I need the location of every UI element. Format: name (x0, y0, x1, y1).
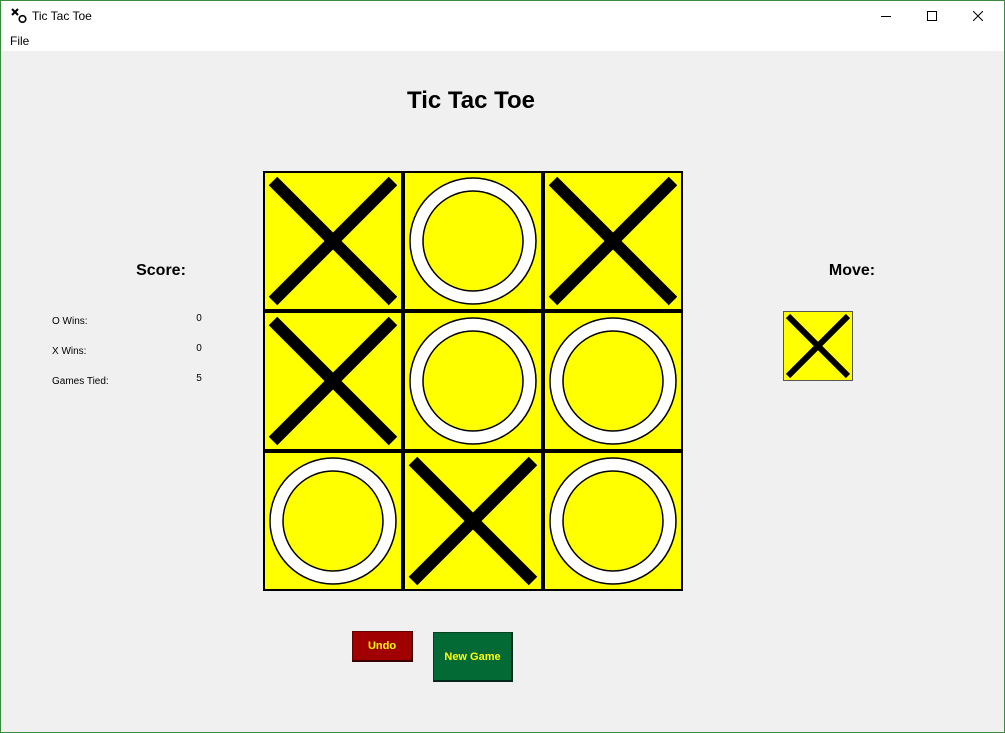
new-game-button[interactable]: New Game (433, 632, 513, 682)
menu-file[interactable]: File (10, 34, 29, 48)
o-mark-icon (269, 457, 397, 585)
games-tied-label: Games Tied: (52, 376, 109, 387)
menu-bar: File (1, 31, 1004, 51)
maximize-button[interactable] (909, 1, 955, 31)
close-button[interactable] (955, 1, 1001, 31)
close-icon (973, 11, 983, 21)
board-cell[interactable] (543, 171, 683, 311)
app-window: Tic Tac Toe File Tic Tac Toe Score: O Wi… (0, 0, 1005, 733)
board-cell[interactable] (263, 451, 403, 591)
o-wins-label: O Wins: (52, 316, 88, 327)
x-mark-icon (408, 456, 538, 586)
x-mark-icon (268, 176, 398, 306)
maximize-icon (927, 11, 937, 21)
x-mark-icon (548, 176, 678, 306)
x-mark-icon (268, 316, 398, 446)
x-mark-icon (785, 313, 851, 379)
o-mark-icon (409, 177, 537, 305)
board-cell[interactable] (403, 171, 543, 311)
board-cell[interactable] (543, 311, 683, 451)
score-heading: Score: (136, 262, 186, 279)
board-cell[interactable] (263, 171, 403, 311)
game-board (263, 171, 683, 592)
board-cell[interactable] (403, 451, 543, 591)
board-cell[interactable] (543, 451, 683, 591)
o-mark-icon (549, 457, 677, 585)
board-cell[interactable] (403, 311, 543, 451)
o-wins-value: 0 (196, 313, 202, 324)
minimize-button[interactable] (863, 1, 909, 31)
game-title: Tic Tac Toe (406, 87, 536, 114)
title-bar[interactable]: Tic Tac Toe (1, 1, 1004, 31)
board-cell[interactable] (263, 311, 403, 451)
x-wins-label: X Wins: (52, 346, 87, 357)
x-wins-value: 0 (196, 343, 202, 354)
games-tied-value: 5 (196, 373, 202, 384)
tic-tac-toe-icon (10, 8, 28, 24)
current-move-indicator (783, 311, 853, 381)
window-title: Tic Tac Toe (32, 9, 92, 23)
undo-button[interactable]: Undo (352, 631, 413, 662)
o-mark-icon (549, 317, 677, 445)
move-heading: Move: (828, 262, 876, 279)
o-mark-icon (409, 317, 537, 445)
minimize-icon (881, 16, 891, 17)
